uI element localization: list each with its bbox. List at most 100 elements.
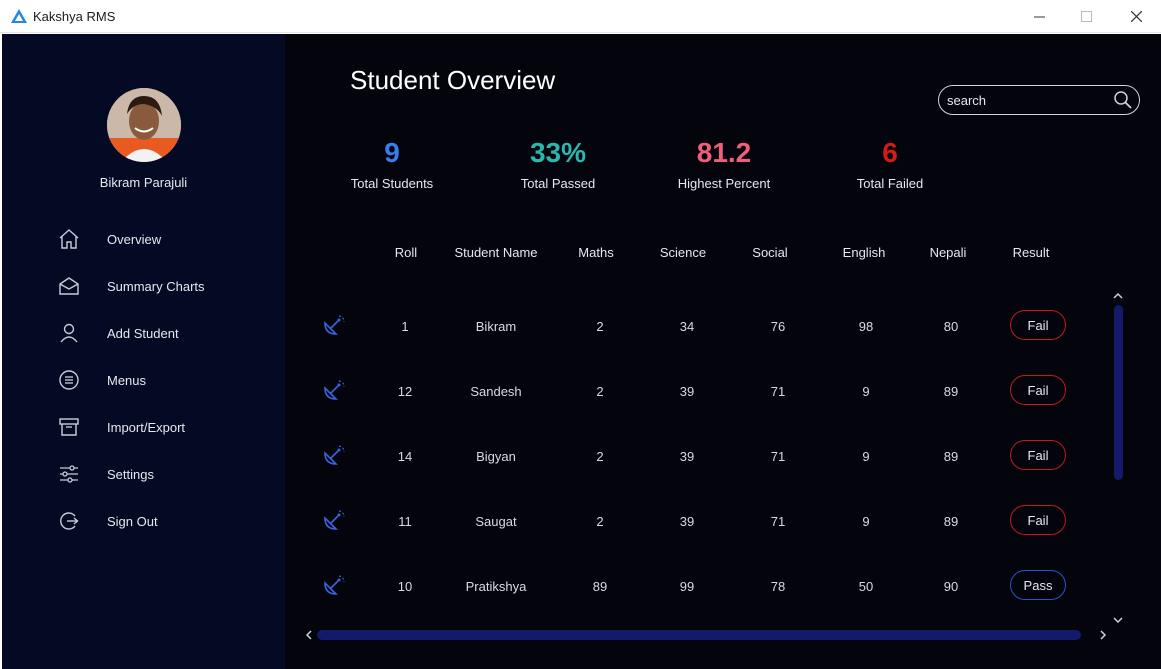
stat-label: Total Failed: [856, 176, 924, 191]
cell-name: Pratikshya: [465, 579, 527, 594]
search-icon[interactable]: [1113, 90, 1133, 110]
cell-nepali: 89: [943, 514, 959, 529]
result-badge[interactable]: Fail: [1010, 505, 1066, 535]
scroll-down-icon[interactable]: [1111, 614, 1125, 626]
stat-label: Total Students: [350, 176, 434, 191]
sidebar-item-label: Overview: [107, 231, 162, 247]
result-badge[interactable]: Fail: [1010, 440, 1066, 470]
cell-nepali: 89: [943, 449, 959, 464]
table-row[interactable]: 10 Pratikshya 89 99 78 50 90 Pass: [315, 566, 1105, 606]
sidebar: Bikram Parajuli Overview Summary Charts …: [2, 34, 285, 669]
sidebar-item-label: Add Student: [107, 325, 179, 341]
stat-highest-percent: 81.2 Highest Percent: [649, 134, 799, 191]
cell-social: 78: [770, 579, 786, 594]
cell-nepali: 80: [943, 319, 959, 334]
satellite-icon[interactable]: [322, 380, 346, 402]
app-logo-icon: [11, 9, 27, 23]
list-circle-icon: [56, 367, 82, 393]
sidebar-item-settings[interactable]: Settings: [56, 459, 276, 489]
sidebar-item-label: Settings: [107, 466, 154, 482]
vertical-scrollbar-thumb[interactable]: [1114, 305, 1123, 480]
column-header-student-name[interactable]: Student Name: [446, 245, 546, 260]
table-row[interactable]: 14 Bigyan 2 39 71 9 89 Fail: [315, 436, 1105, 476]
sidebar-item-add-student[interactable]: Add Student: [56, 318, 276, 348]
stat-label: Total Passed: [520, 176, 596, 191]
scroll-right-icon[interactable]: [1097, 628, 1109, 642]
column-header-science[interactable]: Science: [653, 245, 713, 260]
stat-total-failed: 6 Total Failed: [815, 134, 965, 191]
column-header-result[interactable]: Result: [1001, 245, 1061, 260]
scroll-left-icon[interactable]: [303, 628, 315, 642]
sliders-icon: [56, 461, 82, 487]
cell-roll: 14: [397, 449, 413, 464]
horizontal-scrollbar-thumb[interactable]: [317, 630, 1081, 640]
sign-out-icon: [56, 508, 82, 534]
stat-label: Highest Percent: [677, 176, 771, 191]
column-header-social[interactable]: Social: [740, 245, 800, 260]
column-header-english[interactable]: English: [834, 245, 894, 260]
cell-english: 9: [862, 384, 870, 399]
maximize-icon: [1080, 11, 1092, 22]
scroll-up-icon[interactable]: [1111, 290, 1125, 302]
cell-social: 71: [770, 384, 786, 399]
user-photo: [107, 88, 181, 162]
minimize-button[interactable]: [1016, 0, 1062, 33]
stat-value: 33%: [529, 137, 587, 168]
user-icon: [56, 320, 82, 346]
cell-name: Sandesh: [470, 384, 522, 399]
cell-english: 50: [858, 579, 874, 594]
table-row[interactable]: 11 Saugat 2 39 71 9 89 Fail: [315, 501, 1105, 541]
sidebar-item-menus[interactable]: Menus: [56, 365, 276, 395]
page-title: Student Overview: [350, 65, 556, 95]
cell-social: 71: [770, 449, 786, 464]
cell-roll: 10: [397, 579, 413, 594]
avatar: [107, 88, 181, 162]
sidebar-item-label: Summary Charts: [107, 278, 205, 294]
sidebar-item-import-export[interactable]: Import/Export: [56, 412, 276, 442]
sidebar-item-overview[interactable]: Overview: [56, 224, 276, 254]
sidebar-item-label: Import/Export: [107, 419, 186, 435]
satellite-icon[interactable]: [322, 315, 346, 337]
column-header-maths[interactable]: Maths: [566, 245, 626, 260]
stat-total-passed: 33% Total Passed: [483, 134, 633, 191]
user-name: Bikram Parajuli: [99, 175, 188, 190]
close-icon: [1130, 11, 1142, 22]
envelope-icon: [56, 273, 82, 299]
main-content: Student Overview 9 Total Students 33% To…: [285, 34, 1161, 669]
sidebar-item-summary-charts[interactable]: Summary Charts: [56, 271, 276, 301]
maximize-button[interactable]: [1063, 0, 1109, 33]
cell-roll: 1: [401, 319, 409, 334]
stat-value: 6: [882, 137, 898, 168]
sidebar-item-sign-out[interactable]: Sign Out: [56, 506, 276, 536]
stat-value: 9: [384, 137, 400, 168]
title-bar: Kakshya RMS: [0, 0, 1161, 33]
window-title: Kakshya RMS: [33, 9, 116, 24]
satellite-icon[interactable]: [322, 510, 346, 532]
cell-social: 71: [770, 514, 786, 529]
column-header-nepali[interactable]: Nepali: [918, 245, 978, 260]
cell-roll: 11: [398, 514, 412, 529]
close-button[interactable]: [1113, 0, 1159, 33]
search-input[interactable]: [947, 91, 1107, 109]
result-badge[interactable]: Fail: [1010, 310, 1066, 340]
table-row[interactable]: 12 Sandesh 2 39 71 9 89 Fail: [315, 371, 1105, 411]
cell-maths: 2: [596, 384, 604, 399]
result-badge[interactable]: Fail: [1010, 375, 1066, 405]
cell-english: 98: [858, 319, 874, 334]
minimize-icon: [1033, 16, 1045, 18]
column-header-roll[interactable]: Roll: [381, 245, 431, 260]
cell-nepali: 90: [943, 579, 959, 594]
cell-maths: 2: [596, 449, 604, 464]
table-row[interactable]: 1 Bikram 2 34 76 98 80 Fail: [315, 306, 1105, 346]
cell-maths: 2: [596, 319, 604, 334]
search-box[interactable]: [938, 85, 1140, 115]
cell-science: 34: [679, 319, 695, 334]
stat-value: 81.2: [696, 137, 752, 168]
sidebar-item-label: Sign Out: [107, 513, 158, 529]
cell-english: 9: [862, 514, 870, 529]
satellite-icon[interactable]: [322, 445, 346, 467]
result-badge[interactable]: Pass: [1010, 570, 1066, 600]
archive-icon: [56, 414, 82, 440]
sidebar-item-label: Menus: [107, 372, 147, 388]
satellite-icon[interactable]: [322, 575, 346, 597]
